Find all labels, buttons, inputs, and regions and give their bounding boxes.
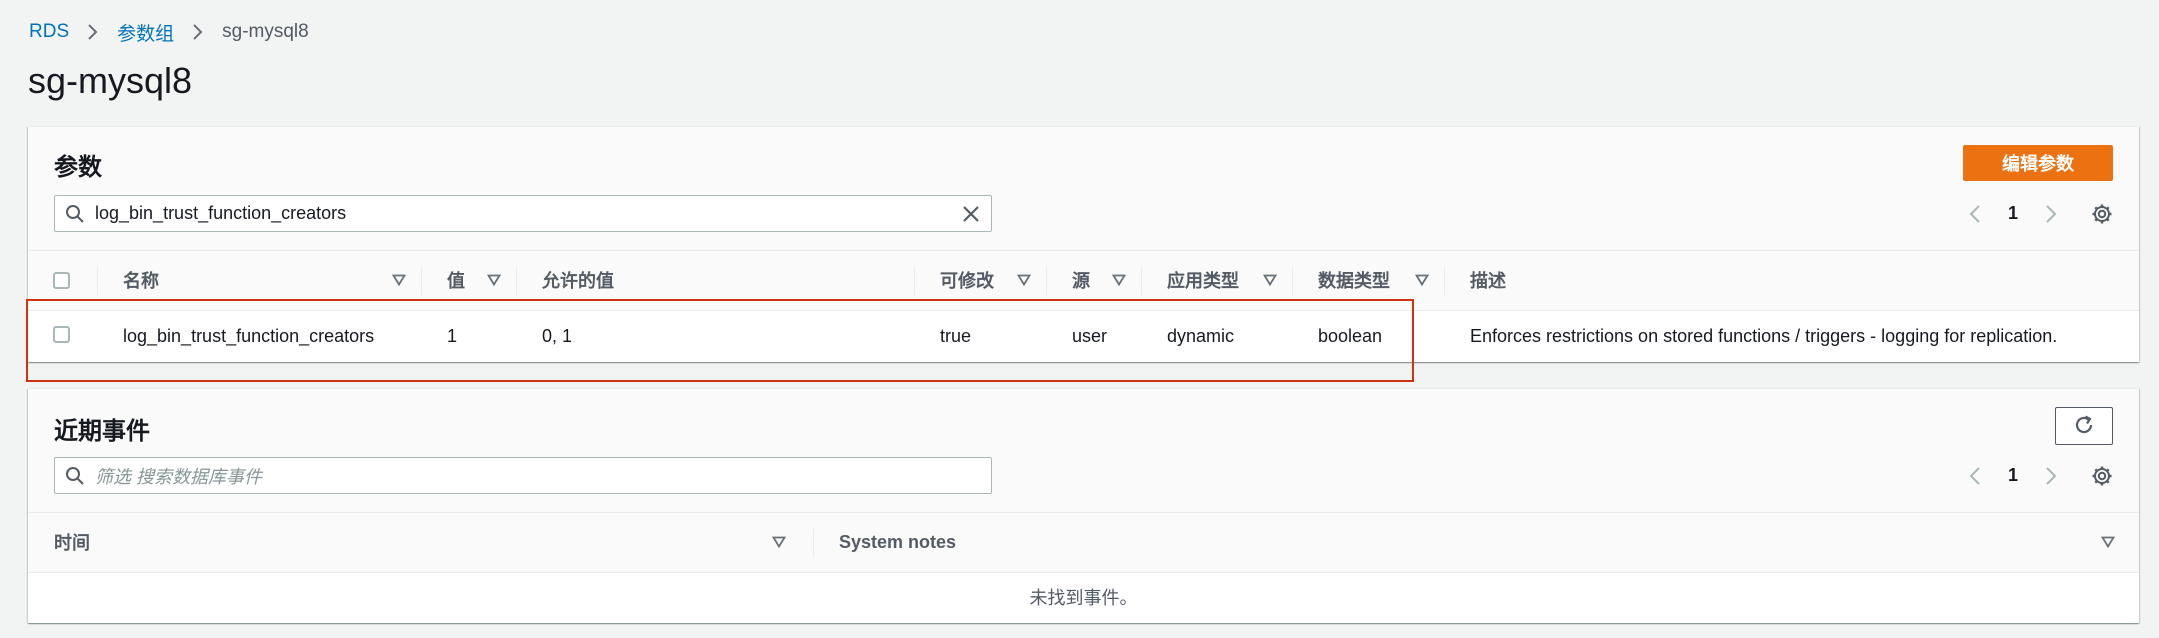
allowed-values: 0, 1 xyxy=(542,326,573,347)
current-page-number[interactable]: 1 xyxy=(1993,203,2033,224)
current-page-number[interactable]: 1 xyxy=(1993,465,2033,486)
column-header-apply-type[interactable]: 应用类型 xyxy=(1142,251,1293,311)
edit-parameters-button[interactable]: 编辑参数 xyxy=(1963,145,2113,181)
gear-icon[interactable] xyxy=(2091,465,2113,487)
events-panel-header: 近期事件 筛选 搜索数据库事件 1 xyxy=(28,389,2139,513)
column-header-data-type[interactable]: 数据类型 xyxy=(1293,251,1445,311)
sort-down-icon xyxy=(392,274,406,287)
recent-events-panel: 近期事件 筛选 搜索数据库事件 1 时间 System notes 未找到事件。 xyxy=(28,388,2139,623)
events-table: 时间 System notes 未找到事件。 xyxy=(28,513,2139,622)
column-label: 应用类型 xyxy=(1167,271,1239,292)
chevron-right-icon[interactable] xyxy=(2033,204,2069,224)
parameter-value-cell: 1 xyxy=(422,310,517,363)
source-value: user xyxy=(1072,326,1108,347)
column-label: 允许的值 xyxy=(542,271,614,292)
events-search-placeholder: 筛选 搜索数据库事件 xyxy=(95,466,263,487)
sort-down-icon xyxy=(1415,274,1429,287)
description-cell: Enforces restrictions on stored function… xyxy=(1445,310,2139,363)
column-header-name[interactable]: 名称 xyxy=(98,251,422,311)
column-header-allowed-values: 允许的值 xyxy=(517,251,915,311)
sort-down-icon xyxy=(1017,274,1031,287)
empty-state-row: 未找到事件。 xyxy=(28,572,2139,622)
breadcrumb-parameter-groups-link[interactable]: 参数组 xyxy=(117,19,174,46)
source-cell: user xyxy=(1047,310,1142,363)
page-title: sg-mysql8 xyxy=(28,60,193,101)
column-header-system-notes[interactable]: System notes xyxy=(814,513,2139,573)
gear-icon[interactable] xyxy=(2091,203,2113,225)
parameter-search-value: log_bin_trust_function_creators xyxy=(95,203,347,223)
column-header-value[interactable]: 值 xyxy=(422,251,517,311)
row-checkbox[interactable] xyxy=(53,325,70,343)
parameters-table-header: 名称 值 允许的值 可修改 源 应用类型 数据类型 描述 xyxy=(28,251,2139,311)
refresh-button[interactable] xyxy=(2055,407,2113,445)
data-type-cell: boolean xyxy=(1293,310,1445,363)
column-label: 可修改 xyxy=(940,271,994,292)
column-label: 名称 xyxy=(123,271,159,292)
sort-down-icon xyxy=(1263,274,1277,287)
parameters-panel-header: 参数 编辑参数 log_bin_trust_function_creators … xyxy=(28,127,2139,251)
refresh-icon xyxy=(2073,414,2095,439)
parameter-name-cell: log_bin_trust_function_creators xyxy=(98,310,422,363)
sort-down-icon xyxy=(2101,536,2115,549)
column-label: 源 xyxy=(1072,271,1090,292)
column-label: 时间 xyxy=(54,533,90,554)
table-row[interactable]: log_bin_trust_function_creators 1 0, 1 t… xyxy=(28,310,2139,363)
chevron-right-icon xyxy=(87,23,99,41)
parameters-title: 参数 xyxy=(54,154,102,181)
events-search-input[interactable]: 筛选 搜索数据库事件 xyxy=(54,457,992,494)
allowed-values-cell: 0, 1 xyxy=(517,310,915,363)
parameters-table: 名称 值 允许的值 可修改 源 应用类型 数据类型 描述 log_bin_tru… xyxy=(28,251,2139,363)
parameter-search-input[interactable]: log_bin_trust_function_creators xyxy=(54,195,992,232)
parameter-value: 1 xyxy=(447,326,458,347)
events-pagination: 1 xyxy=(1957,457,2113,494)
column-header-modifiable[interactable]: 可修改 xyxy=(915,251,1047,311)
sort-down-icon xyxy=(772,536,786,549)
breadcrumb: RDS 参数组 sg-mysql8 xyxy=(29,19,309,46)
sort-down-icon xyxy=(1112,274,1126,287)
column-label: 描述 xyxy=(1470,271,1506,292)
column-header-time[interactable]: 时间 xyxy=(28,513,814,573)
chevron-left-icon[interactable] xyxy=(1957,466,1993,486)
data-type-value: boolean xyxy=(1318,326,1383,347)
chevron-left-icon[interactable] xyxy=(1957,204,1993,224)
description-value: Enforces restrictions on stored function… xyxy=(1470,326,2058,347)
breadcrumb-current: sg-mysql8 xyxy=(222,21,309,42)
modifiable-value: true xyxy=(940,326,972,347)
column-label: 值 xyxy=(447,271,465,292)
select-all-checkbox[interactable] xyxy=(53,271,70,289)
apply-type-value: dynamic xyxy=(1167,326,1235,347)
modifiable-cell: true xyxy=(915,310,1047,363)
search-icon xyxy=(55,466,95,486)
search-icon xyxy=(55,204,95,224)
parameter-name: log_bin_trust_function_creators xyxy=(123,326,375,347)
chevron-right-icon[interactable] xyxy=(2033,466,2069,486)
apply-type-cell: dynamic xyxy=(1142,310,1293,363)
row-select-cell xyxy=(28,310,98,363)
column-header-source[interactable]: 源 xyxy=(1047,251,1142,311)
clear-icon[interactable] xyxy=(951,205,991,223)
column-label: 数据类型 xyxy=(1318,271,1390,292)
breadcrumb-rds-link[interactable]: RDS xyxy=(29,21,69,43)
column-header-description: 描述 xyxy=(1445,251,2139,311)
empty-state-text: 未找到事件。 xyxy=(1029,588,1138,609)
parameters-panel: 参数 编辑参数 log_bin_trust_function_creators … xyxy=(28,126,2139,362)
parameters-pagination: 1 xyxy=(1957,195,2113,232)
events-title: 近期事件 xyxy=(54,418,150,445)
select-all-cell xyxy=(28,251,98,311)
chevron-right-icon xyxy=(192,23,204,41)
column-label: System notes xyxy=(839,531,957,552)
sort-down-icon xyxy=(487,274,501,287)
events-table-header: 时间 System notes xyxy=(28,513,2139,573)
